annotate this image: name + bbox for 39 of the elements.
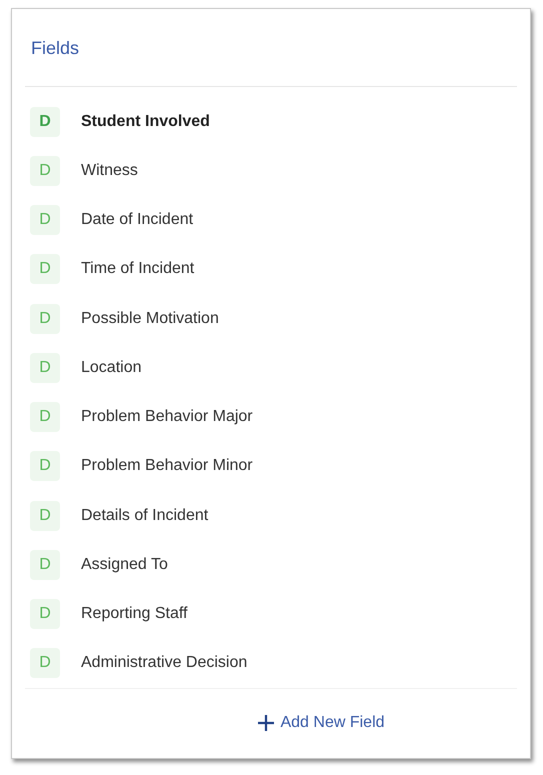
field-item[interactable]: D Date of Incident bbox=[30, 196, 512, 245]
field-label: Problem Behavior Major bbox=[81, 407, 253, 428]
field-type-badge: D bbox=[30, 451, 60, 482]
field-label: Administrative Decision bbox=[81, 653, 248, 674]
field-item[interactable]: D Problem Behavior Major bbox=[30, 392, 512, 442]
field-type-badge: D bbox=[30, 648, 60, 678]
field-label: Reporting Staff bbox=[81, 604, 188, 624]
field-item[interactable]: D Details of Incident bbox=[30, 491, 512, 540]
field-item[interactable]: D Possible Motivation bbox=[30, 294, 512, 344]
field-item[interactable]: D Witness bbox=[30, 146, 512, 196]
field-item[interactable]: D Problem Behavior Minor bbox=[30, 442, 512, 491]
field-label: Time of Incident bbox=[81, 259, 194, 280]
field-type-badge: D bbox=[30, 106, 60, 137]
field-type-badge: D bbox=[30, 599, 60, 630]
field-type-badge: D bbox=[30, 205, 60, 236]
panel-title: Fields bbox=[31, 38, 80, 58]
field-label: Student Involved bbox=[81, 112, 210, 132]
field-type-badge: D bbox=[30, 550, 60, 580]
field-item[interactable]: D Location bbox=[30, 343, 512, 392]
field-label: Location bbox=[81, 358, 142, 378]
field-label: Problem Behavior Minor bbox=[81, 456, 253, 476]
field-type-badge: D bbox=[30, 156, 60, 186]
field-label: Possible Motivation bbox=[81, 308, 219, 329]
field-item[interactable]: D Administrative Decision bbox=[30, 638, 512, 688]
field-item[interactable]: D Assigned To bbox=[30, 540, 512, 590]
field-type-badge: D bbox=[30, 352, 60, 383]
field-type-badge: D bbox=[30, 500, 60, 531]
field-item[interactable]: D Time of Incident bbox=[30, 244, 512, 294]
field-type-badge: D bbox=[30, 402, 60, 432]
field-label: Assigned To bbox=[81, 554, 168, 575]
field-item[interactable]: D Reporting Staff bbox=[30, 590, 512, 639]
field-label: Date of Incident bbox=[81, 210, 194, 230]
field-label: Details of Incident bbox=[81, 506, 208, 526]
add-field-button[interactable]: Add New Field bbox=[257, 711, 385, 735]
field-type-badge: D bbox=[30, 254, 60, 284]
field-label: Witness bbox=[81, 160, 138, 181]
plus-icon bbox=[257, 714, 276, 732]
field-item[interactable]: D Student Involved bbox=[30, 97, 512, 146]
field-type-badge: D bbox=[30, 304, 60, 334]
